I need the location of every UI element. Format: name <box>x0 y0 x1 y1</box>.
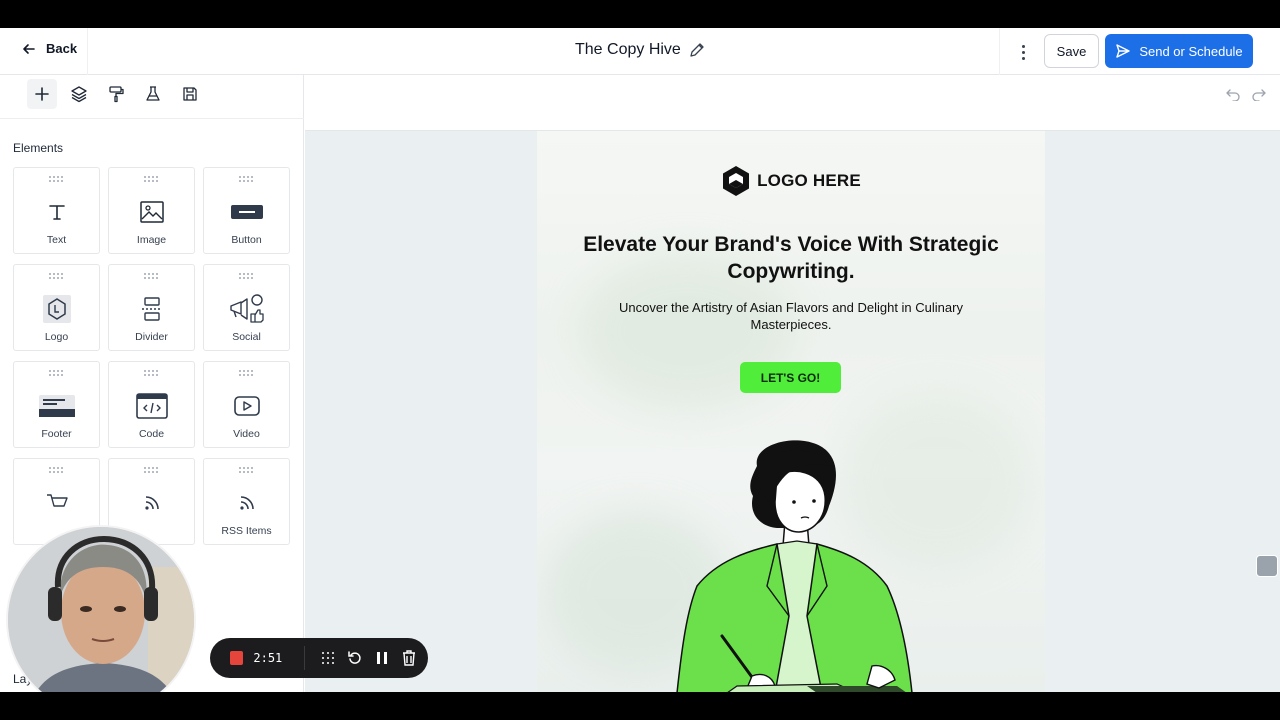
element-label: Code <box>138 428 165 440</box>
document-title: The Copy Hive <box>575 41 681 58</box>
element-divider[interactable]: Divider <box>108 264 195 351</box>
paint-roller-icon[interactable] <box>101 79 131 109</box>
woman-writing-illustration <box>676 440 913 692</box>
presenter-avatar <box>8 527 194 692</box>
drag-handle-icon <box>239 467 255 473</box>
history-controls <box>1226 87 1266 101</box>
elements-grid: Text Image Button Logo Divider Social Fo… <box>13 167 290 545</box>
document-title-group[interactable]: The Copy Hive <box>575 41 705 59</box>
app-window: Back The Copy Hive Save Send or Schedule <box>0 28 1280 692</box>
back-button[interactable]: Back <box>22 41 77 56</box>
plus-icon[interactable] <box>27 79 57 109</box>
element-logo[interactable]: Logo <box>13 264 100 351</box>
sidebar-divider <box>0 118 304 119</box>
recording-controls: 2:51 <box>210 638 428 678</box>
hexagon-logo-icon <box>723 166 750 196</box>
layers-icon[interactable] <box>64 79 94 109</box>
drag-handle-icon <box>49 273 65 279</box>
element-label: RSS Items <box>221 525 272 537</box>
flask-icon[interactable] <box>138 79 168 109</box>
drag-handle-icon <box>49 176 65 182</box>
element-label: Text <box>46 234 67 246</box>
save-button[interactable]: Save <box>1044 34 1099 68</box>
element-footer[interactable]: Footer <box>13 361 100 448</box>
element-label: Divider <box>135 331 168 343</box>
drag-handle-icon <box>239 176 255 182</box>
drag-handle-icon <box>239 273 255 279</box>
button-icon <box>230 205 263 219</box>
footer-icon <box>38 395 75 417</box>
email-subheading[interactable]: Uncover the Artistry of Asian Flavors an… <box>601 299 981 333</box>
recorder-divider <box>304 646 306 670</box>
header-divider <box>87 28 88 75</box>
drag-handle-icon <box>49 467 65 473</box>
send-label: Send or Schedule <box>1139 43 1243 59</box>
divider-icon <box>141 297 162 321</box>
undo-icon[interactable] <box>1226 87 1240 101</box>
more-options-icon[interactable] <box>1015 42 1031 62</box>
logo-icon <box>42 295 71 323</box>
top-header: Back The Copy Hive Save Send or Schedule <box>0 28 1280 75</box>
element-rss-items[interactable]: RSS Items <box>203 458 290 545</box>
elements-heading: Elements <box>13 141 64 155</box>
drag-handle-icon <box>144 273 160 279</box>
element-image[interactable]: Image <box>108 167 195 254</box>
element-label: Footer <box>41 428 72 440</box>
video-icon <box>233 396 260 416</box>
email-preview[interactable]: LOGO HERE Elevate Your Brand's Voice Wit… <box>537 131 1045 692</box>
element-text[interactable]: Text <box>13 167 100 254</box>
element-label: Social <box>232 331 261 343</box>
rss-icon <box>144 496 159 510</box>
arrow-left-icon <box>23 43 35 54</box>
email-logo[interactable]: LOGO HERE <box>537 165 1045 197</box>
stop-recording-icon[interactable] <box>230 651 244 665</box>
element-label: Logo <box>44 331 69 343</box>
image-icon <box>139 201 164 223</box>
social-icon <box>229 294 264 323</box>
save-icon[interactable] <box>175 79 205 109</box>
restart-icon[interactable] <box>346 649 363 667</box>
grid-icon[interactable] <box>319 649 336 667</box>
drag-handle-icon <box>144 467 160 473</box>
redo-icon[interactable] <box>1252 87 1266 101</box>
email-headline[interactable]: Elevate Your Brand's Voice With Strategi… <box>577 231 1005 285</box>
element-label: Video <box>233 428 260 440</box>
cart-icon <box>46 494 68 507</box>
drag-handle-icon <box>144 370 160 376</box>
drag-handle-icon <box>239 370 255 376</box>
send-or-schedule-button[interactable]: Send or Schedule <box>1105 34 1253 68</box>
element-label: Button <box>231 234 262 246</box>
element-label: Image <box>136 234 167 246</box>
drag-handle-icon <box>49 370 65 376</box>
canvas-toolbar <box>305 75 1280 130</box>
text-icon <box>48 205 65 220</box>
element-button[interactable]: Button <box>203 167 290 254</box>
pause-icon[interactable] <box>374 649 391 667</box>
code-icon <box>135 393 168 419</box>
back-label: Back <box>46 41 78 56</box>
trash-icon[interactable] <box>401 649 418 667</box>
side-panel-toggle-icon[interactable] <box>1256 555 1278 577</box>
recording-timer: 2:51 <box>253 651 283 665</box>
logo-text: LOGO HERE <box>757 171 861 190</box>
sidebar-toolbar <box>27 79 205 113</box>
header-divider-right <box>999 28 1000 75</box>
send-icon <box>1116 44 1131 58</box>
element-code[interactable]: Code <box>108 361 195 448</box>
drag-handle-icon <box>144 176 160 182</box>
pencil-icon[interactable] <box>689 42 705 58</box>
element-video[interactable]: Video <box>203 361 290 448</box>
email-canvas: LOGO HERE Elevate Your Brand's Voice Wit… <box>305 130 1280 692</box>
rss-icon <box>239 496 254 510</box>
cta-button[interactable]: LET'S GO! <box>740 362 841 393</box>
element-social[interactable]: Social <box>203 264 290 351</box>
